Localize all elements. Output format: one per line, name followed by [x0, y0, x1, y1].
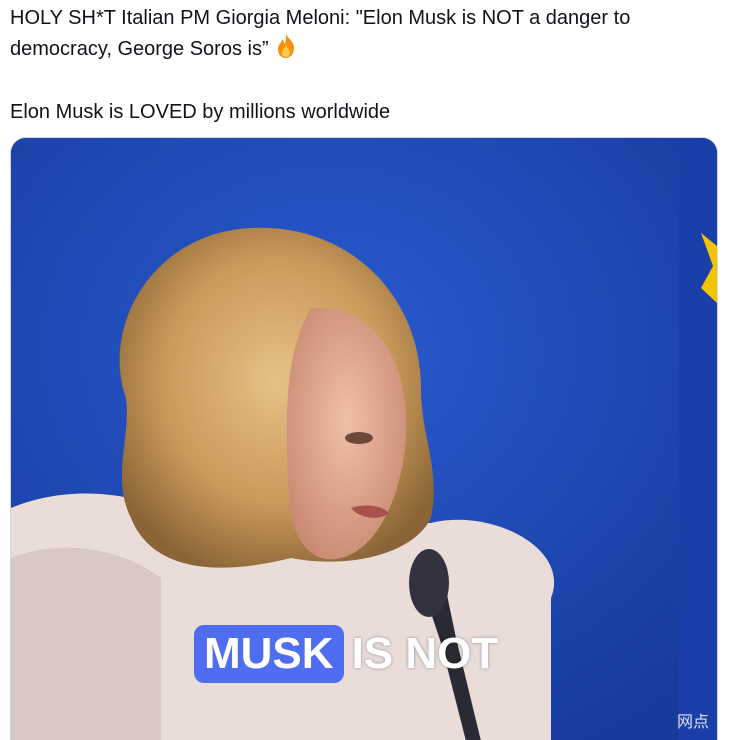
eye	[345, 432, 373, 444]
tweet-line-2: democracy, George Soros is”	[10, 33, 710, 68]
microphone-head	[409, 549, 449, 617]
tweet-line-3: Elon Musk is LOVED by millions worldwide	[10, 101, 391, 123]
jacket-shadow	[11, 547, 161, 740]
caption-rest: IS NOT	[351, 629, 499, 678]
tweet-line-1: HOLY SH*T Italian PM Giorgia Meloni: "El…	[10, 7, 631, 29]
caption-highlight: MUSK	[194, 625, 344, 683]
fire-icon	[274, 33, 298, 68]
tweet-line-2-text: democracy, George Soros is”	[10, 38, 269, 60]
video-media[interactable]: MUSK IS NOT 网点	[10, 137, 718, 740]
video-caption: MUSK IS NOT	[194, 618, 498, 690]
tweet-text: HOLY SH*T Italian PM Giorgia Meloni: "El…	[10, 4, 710, 127]
eu-flag	[679, 138, 717, 740]
watermark: 网点	[676, 714, 709, 731]
